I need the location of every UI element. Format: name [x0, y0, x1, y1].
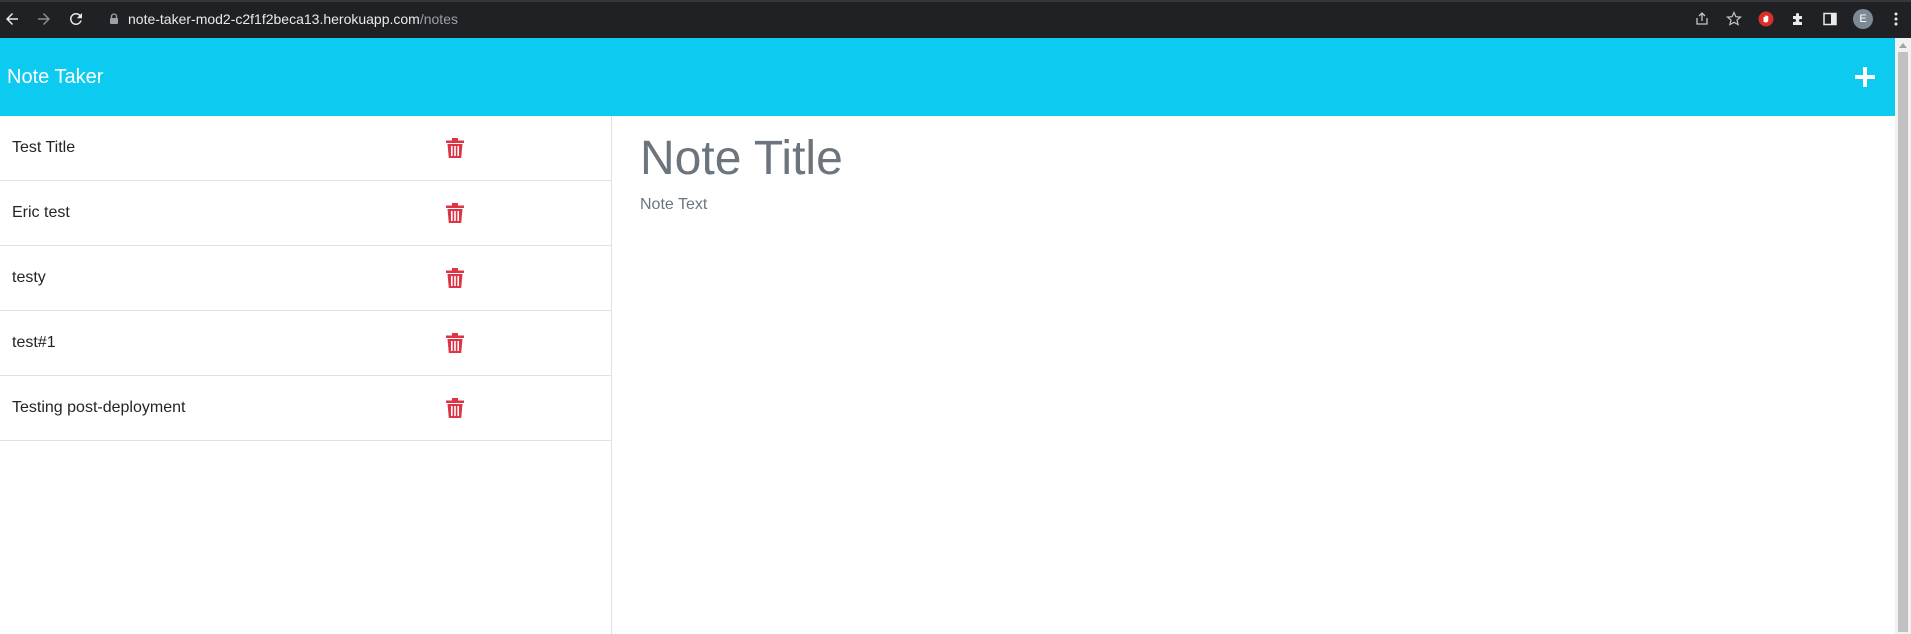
- browser-menu-button[interactable]: [1887, 10, 1905, 28]
- trash-icon: [446, 268, 464, 288]
- sidebar-icon: [1823, 12, 1837, 26]
- note-list-item[interactable]: Eric test: [0, 181, 611, 246]
- back-arrow-icon: [6, 13, 18, 25]
- share-icon: [1696, 12, 1708, 25]
- extension-icon: [1758, 11, 1774, 27]
- url-text: note-taker-mod2-c2f1f2beca13.herokuapp.c…: [128, 11, 458, 27]
- navbar: Note Taker: [0, 38, 1895, 116]
- note-title: Testing post-deployment: [12, 399, 186, 416]
- new-note-button[interactable]: [1851, 63, 1879, 91]
- scroll-thumb[interactable]: [1898, 52, 1908, 632]
- note-title: Test Title: [12, 139, 76, 156]
- note-list-item[interactable]: test#1: [0, 311, 611, 376]
- url-path: /notes: [419, 11, 458, 27]
- browser-toolbar: note-taker-mod2-c2f1f2beca13.herokuapp.c…: [0, 0, 1911, 38]
- delete-note-button[interactable]: [446, 333, 464, 353]
- side-panel-button[interactable]: [1821, 10, 1839, 28]
- caret-up-icon: [1899, 42, 1907, 48]
- plus-icon: [1855, 67, 1875, 87]
- back-button[interactable]: [2, 9, 22, 29]
- bookmark-button[interactable]: [1725, 10, 1743, 28]
- note-list-item[interactable]: testy: [0, 246, 611, 311]
- forward-arrow-icon: [38, 13, 50, 25]
- scroll-up-button[interactable]: [1895, 38, 1911, 52]
- note-title-input[interactable]: [640, 126, 1640, 190]
- note-title: Eric test: [12, 204, 70, 221]
- profile-avatar[interactable]: E: [1853, 9, 1873, 29]
- note-text-input[interactable]: [640, 196, 1640, 496]
- trash-icon: [446, 203, 464, 223]
- trash-icon: [446, 398, 464, 418]
- browser-actions: E: [1693, 8, 1905, 30]
- notes-sidebar: Test Title Eric test testy test#1 Testin…: [0, 116, 612, 634]
- note-title: test#1: [12, 334, 56, 351]
- trash-icon: [446, 138, 464, 158]
- note-list-item[interactable]: Test Title: [0, 116, 611, 181]
- reload-button[interactable]: [66, 9, 86, 29]
- delete-note-button[interactable]: [446, 398, 464, 418]
- reload-icon: [69, 12, 82, 25]
- puzzle-icon: [1793, 13, 1802, 25]
- tab-strip-edge: [0, 0, 1911, 2]
- note-list: Test Title Eric test testy test#1 Testin…: [0, 116, 611, 441]
- url-host: note-taker-mod2-c2f1f2beca13.herokuapp.c…: [128, 11, 420, 27]
- note-title: testy: [12, 269, 46, 286]
- page-scrollbar[interactable]: [1895, 38, 1911, 634]
- delete-note-button[interactable]: [446, 138, 464, 158]
- forward-button[interactable]: [34, 9, 54, 29]
- navbar-brand[interactable]: Note Taker: [7, 66, 103, 89]
- delete-note-button[interactable]: [446, 203, 464, 223]
- trash-icon: [446, 333, 464, 353]
- note-taker-app: Note Taker Test Title Eric test testy te…: [0, 38, 1895, 634]
- lock-icon: [110, 13, 118, 24]
- extension-button[interactable]: [1757, 10, 1775, 28]
- address-bar[interactable]: note-taker-mod2-c2f1f2beca13.herokuapp.c…: [108, 9, 458, 29]
- share-button[interactable]: [1693, 10, 1711, 28]
- note-editor: [613, 116, 1895, 634]
- more-vert-icon: [1894, 12, 1898, 26]
- delete-note-button[interactable]: [446, 268, 464, 288]
- star-icon: [1726, 11, 1742, 26]
- extensions-menu-button[interactable]: [1789, 10, 1807, 28]
- note-list-item[interactable]: Testing post-deployment: [0, 376, 611, 441]
